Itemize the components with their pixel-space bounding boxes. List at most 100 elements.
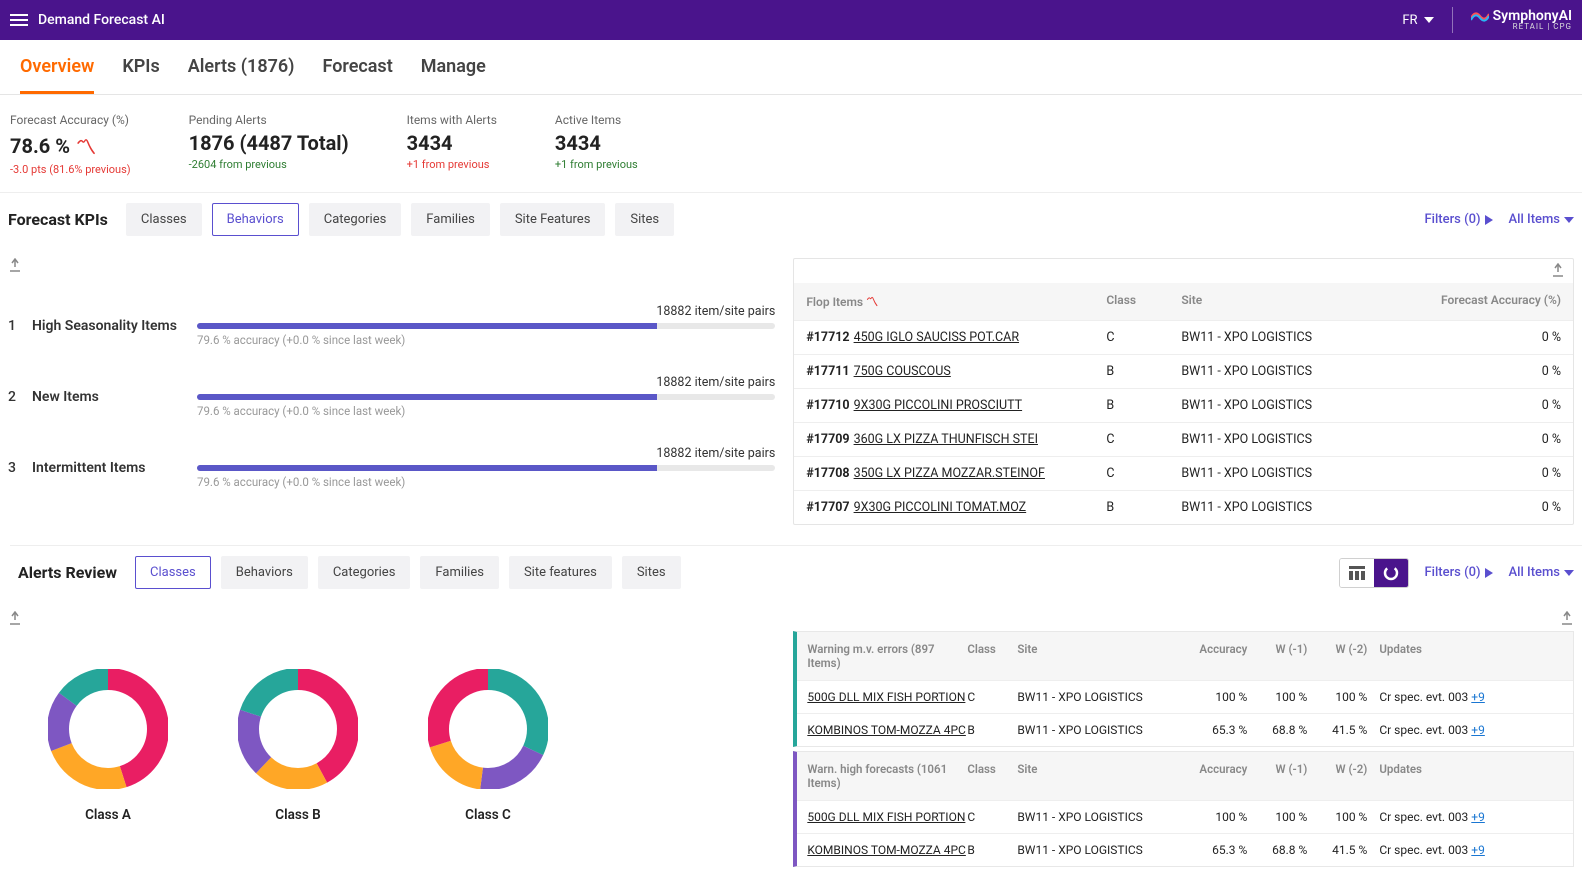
alert-more-link[interactable]: +9 [1471,843,1485,857]
item-accuracy: 0 % [1431,466,1561,481]
alerts-title: Alerts Review [18,563,117,582]
alert-table-row[interactable]: 500G DLL MIX FISH PORTION C BW11 - XPO L… [797,680,1573,713]
flop-table-row[interactable]: #17708350G LX PIZZA MOZZAR.STEINOF C BW1… [794,456,1573,490]
alert-class: C [967,690,1017,704]
menu-icon[interactable] [10,14,28,26]
chip-site-features[interactable]: Site features [509,556,612,589]
chip-families[interactable]: Families [420,556,499,589]
export-icon[interactable] [793,611,1574,629]
alerts-allitems-button[interactable]: All Items [1509,565,1574,580]
item-class: C [1106,432,1181,447]
kpi-filters-button[interactable]: Filters (0) [1425,212,1493,227]
alert-w1: 100 % [1247,810,1307,824]
alerts-filters-button[interactable]: Filters (0) [1425,565,1493,580]
chip-site-features[interactable]: Site Features [500,203,606,236]
flop-items-table: Flop Items 〽 Class Site Forecast Accurac… [793,258,1574,525]
item-link[interactable]: 9X30G PICCOLINI TOMAT.MOZ [854,500,1027,515]
donut-label: Class A [85,807,131,823]
chip-classes[interactable]: Classes [135,556,211,589]
item-site: BW11 - XPO LOGISTICS [1181,398,1431,413]
alerts-body: Class A Class B Class C Warning m.v. err… [0,601,1582,891]
alert-site: BW11 - XPO LOGISTICS [1017,690,1187,704]
alert-w1: 68.8 % [1247,843,1307,857]
alert-updates: Cr spec. evt. 003 +9 [1367,723,1563,737]
flop-table-row[interactable]: #17712450G IGLO SAUCISS POT.CAR C BW11 -… [794,320,1573,354]
metric-sub: -2604 from previous [189,158,349,171]
kpi-row: 2 New Items 18882 item/site pairs 79.6 %… [8,357,775,428]
item-link[interactable]: 350G LX PIZZA MOZZAR.STEINOF [854,466,1045,481]
table-view-button[interactable] [1340,559,1374,587]
item-id: #17708 [806,466,849,481]
kpi-progress-bar [197,465,775,471]
chip-sites[interactable]: Sites [615,203,674,236]
alert-accuracy: 100 % [1187,690,1247,704]
item-class: B [1106,500,1181,515]
metric-label: Forecast Accuracy (%) [10,113,131,127]
app-title: Demand Forecast AI [38,12,165,28]
export-icon[interactable] [8,258,22,272]
alerts-chip-row: Classes Behaviors Categories Families Site f… [135,556,681,589]
chart-view-button[interactable] [1374,559,1408,587]
alert-item-link[interactable]: KOMBINOS TOM-MOZZA 4PC [807,843,966,857]
alert-w1: 68.8 % [1247,723,1307,737]
alert-item-link[interactable]: 500G DLL MIX FISH PORTION [807,690,965,704]
chip-categories[interactable]: Categories [318,556,411,589]
kpi-accuracy-text: 79.6 % accuracy (+0.0 % since last week) [197,333,775,347]
alert-accuracy: 65.3 % [1187,843,1247,857]
kpi-body: 1 High Seasonality Items 18882 item/site… [0,248,1582,545]
kpi-row: 1 High Seasonality Items 18882 item/site… [8,286,775,357]
alert-updates: Cr spec. evt. 003 +9 [1367,690,1563,704]
alert-table-row[interactable]: KOMBINOS TOM-MOZZA 4PC B BW11 - XPO LOGI… [797,833,1573,866]
kpi-allitems-button[interactable]: All Items [1509,212,1574,227]
alerts-section-head: Alerts Review Classes Behaviors Categories… [10,545,1582,601]
logo-wave-icon [1471,10,1489,22]
chip-families[interactable]: Families [411,203,490,236]
kpi-index: 2 [8,389,32,405]
item-id: #17711 [806,364,849,379]
chevron-down-icon [1424,17,1434,23]
top-bar: Demand Forecast AI FR SymphonyAI RETAIL … [0,0,1582,40]
flop-table-row[interactable]: #177079X30G PICCOLINI TOMAT.MOZ B BW11 -… [794,490,1573,524]
language-selector[interactable]: FR [1402,13,1433,28]
tab-forecast[interactable]: Forecast [322,56,392,94]
item-class: C [1106,466,1181,481]
chip-classes[interactable]: Classes [126,203,202,236]
alert-table-row[interactable]: 500G DLL MIX FISH PORTION C BW11 - XPO L… [797,800,1573,833]
tab-alerts[interactable]: Alerts (1876) [188,56,295,94]
kpi-row: 3 Intermittent Items 18882 item/site pai… [8,428,775,499]
alert-item-link[interactable]: KOMBINOS TOM-MOZZA 4PC [807,723,966,737]
kpi-accuracy-text: 79.6 % accuracy (+0.0 % since last week) [197,475,775,489]
metric-value: 1876 (4487 Total) [189,131,349,155]
flop-table-row[interactable]: #17709360G LX PIZZA THUNFISCH STEI C BW1… [794,422,1573,456]
export-icon[interactable] [794,259,1573,281]
chip-behaviors[interactable]: Behaviors [221,556,308,589]
main-tabs: Overview KPIs Alerts (1876) Forecast Manage [0,40,1582,95]
alert-more-link[interactable]: +9 [1471,810,1485,824]
flop-table-row[interactable]: #17711750G COUSCOUS B BW11 - XPO LOGISTI… [794,354,1573,388]
chip-categories[interactable]: Categories [309,203,402,236]
alert-item-link[interactable]: 500G DLL MIX FISH PORTION [807,810,965,824]
metric-card: Forecast Accuracy (%) 78.6 % 〽 -3.0 pts … [10,113,131,176]
tab-overview[interactable]: Overview [20,56,94,94]
export-icon[interactable] [8,611,22,625]
alert-class: C [967,810,1017,824]
kpi-pairs-count: 18882 item/site pairs [197,375,775,390]
item-link[interactable]: 750G COUSCOUS [854,364,951,379]
tab-kpis[interactable]: KPIs [122,56,159,94]
alert-more-link[interactable]: +9 [1471,690,1485,704]
tab-manage[interactable]: Manage [421,56,486,94]
donut-svg [48,669,168,789]
kpi-progress-bar [197,323,775,329]
item-link[interactable]: 360G LX PIZZA THUNFISCH STEI [854,432,1038,447]
chip-sites[interactable]: Sites [622,556,681,589]
chip-behaviors[interactable]: Behaviors [212,203,299,236]
item-link[interactable]: 450G IGLO SAUCISS POT.CAR [854,330,1019,345]
alert-more-link[interactable]: +9 [1471,723,1485,737]
item-accuracy: 0 % [1431,330,1561,345]
item-link[interactable]: 9X30G PICCOLINI PROSCIUTT [854,398,1023,413]
flop-table-row[interactable]: #177109X30G PICCOLINI PROSCIUTT B BW11 -… [794,388,1573,422]
alert-table-row[interactable]: KOMBINOS TOM-MOZZA 4PC B BW11 - XPO LOGI… [797,713,1573,746]
kpi-name: New Items [32,389,197,405]
alert-class: B [967,723,1017,737]
item-accuracy: 0 % [1431,398,1561,413]
